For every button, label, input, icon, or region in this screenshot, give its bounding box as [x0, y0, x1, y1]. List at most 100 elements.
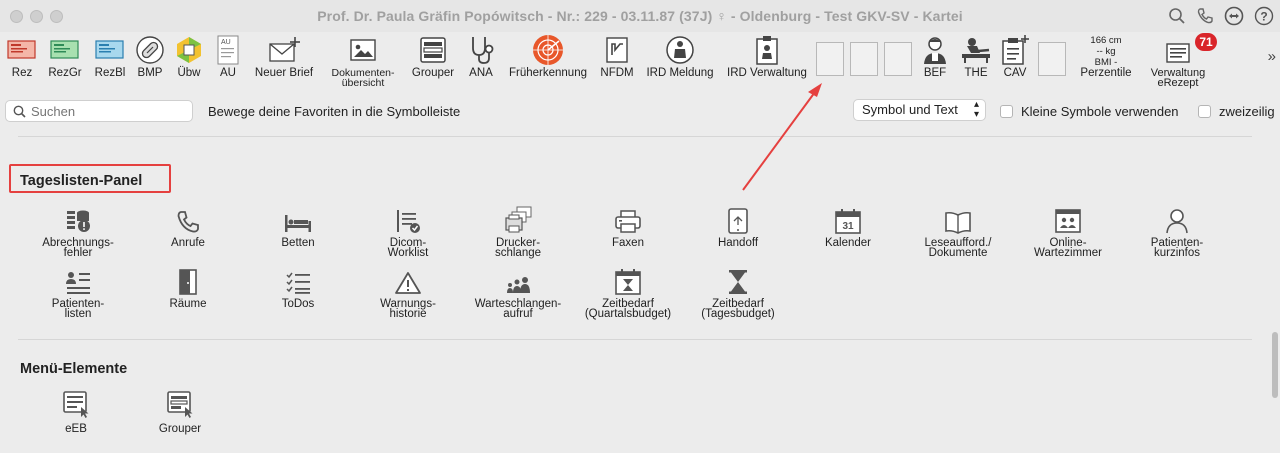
- palette-content: Tageslisten-Panel Abrechnungs- fehler An…: [0, 128, 1270, 453]
- bmi-height: 166 cm: [1090, 35, 1122, 46]
- palette-item-betten[interactable]: Betten: [243, 205, 353, 249]
- palette-item-raeume[interactable]: Räume: [133, 266, 243, 310]
- small-icons-checkbox-box[interactable]: [1000, 105, 1013, 118]
- chevron-updown-icon: ▴ ▾: [973, 99, 979, 120]
- grouper-icon: [167, 391, 193, 418]
- main-toolbar: Rez RezGr RezBl BMP Übw AU AU Neuer Brie…: [0, 32, 1280, 90]
- divider: [18, 339, 1252, 340]
- svg-text:?: ?: [1260, 10, 1267, 24]
- todo-list-icon: [286, 272, 310, 294]
- clipboard-person-icon: [756, 36, 778, 65]
- radar-icon: [533, 35, 563, 65]
- person-list-icon: [66, 272, 90, 294]
- bed-icon: [285, 215, 311, 232]
- toolbar-au-button[interactable]: AU AU: [212, 32, 244, 79]
- toolbar-bef-button[interactable]: BEF: [918, 32, 952, 79]
- display-mode-value: Symbol und Text: [862, 102, 958, 117]
- person-icon: [1166, 209, 1188, 234]
- queue-icon: [507, 277, 530, 293]
- svg-text:AU: AU: [221, 39, 231, 46]
- two-rows-label: zweizeilig: [1219, 104, 1275, 119]
- two-rows-checkbox[interactable]: zweizeilig: [1198, 104, 1275, 119]
- remote-connection-icon[interactable]: [1224, 6, 1244, 26]
- window-title: Prof. Dr. Paula Gräfin Popówitsch - Nr.:…: [317, 8, 963, 24]
- svg-text:31: 31: [842, 221, 854, 232]
- toolbar-ird-verwaltung-button[interactable]: IRD Verwaltung: [724, 32, 810, 79]
- toolbar-cav-button[interactable]: CAV: [998, 32, 1032, 79]
- toolbar-erezept-button[interactable]: 71 Verwaltung eRezept: [1140, 32, 1217, 89]
- palette-item-warnungshistorie[interactable]: Warnungs- historie: [353, 266, 463, 320]
- toolbar-ana-button[interactable]: ANA: [462, 32, 500, 79]
- toolbar-ird-meldung-button[interactable]: IRD Meldung: [644, 32, 716, 79]
- palette-item-warteschlangenaufruf[interactable]: Warteschlangen- aufruf: [463, 266, 573, 320]
- toolbar-rezbl-button[interactable]: RezBl: [92, 32, 128, 79]
- image-document-icon: [350, 39, 376, 61]
- add-clipboard-icon: [1002, 35, 1029, 65]
- palette-item-eeb[interactable]: eEB: [21, 388, 131, 435]
- display-mode-select[interactable]: Symbol und Text ▴ ▾: [853, 99, 986, 121]
- therapy-icon: [962, 38, 990, 63]
- palette-item-patientenlisten[interactable]: Patienten- listen: [23, 266, 133, 320]
- toolbar-rezgr-button[interactable]: RezGr: [46, 32, 84, 79]
- palette-item-online-wartezimmer[interactable]: Online- Wartezimmer: [1013, 205, 1123, 259]
- toolbar-nfdm-button[interactable]: NFDM: [598, 32, 636, 79]
- palette-item-abrechnungsfehler[interactable]: Abrechnungs- fehler: [23, 205, 133, 259]
- palette-item-zeitbedarf-quartal[interactable]: Zeitbedarf (Quartalsbudget): [573, 266, 683, 320]
- help-icon[interactable]: ?: [1254, 6, 1274, 26]
- palette-item-grouper[interactable]: Grouper: [125, 388, 235, 435]
- toolbar-bmp-button[interactable]: BMP: [133, 32, 167, 79]
- emergency-data-icon: [606, 37, 628, 63]
- hourglass-calendar-icon: [615, 269, 641, 295]
- toolbar-frueherkennung-button[interactable]: Früherkennung: [506, 32, 590, 79]
- palette-item-todos[interactable]: ToDos: [243, 266, 353, 310]
- two-rows-checkbox-box[interactable]: [1198, 105, 1211, 118]
- favorites-hint: Bewege deine Favoriten in die Symbolleis…: [208, 104, 461, 119]
- empty-toolbar-slot[interactable]: [816, 42, 844, 76]
- phone-icon[interactable]: [1196, 7, 1214, 25]
- palette-item-zeitbedarf-tag[interactable]: Zeitbedarf (Tagesbudget): [683, 266, 793, 320]
- window-titlebar: Prof. Dr. Paula Gräfin Popówitsch - Nr.:…: [0, 0, 1280, 32]
- coins-alert-icon: [67, 210, 90, 232]
- stethoscope-icon: [472, 37, 494, 64]
- search-input[interactable]: [31, 103, 181, 119]
- palette-item-anrufe[interactable]: Anrufe: [133, 205, 243, 249]
- bmi-perzentile-label: Perzentile: [1080, 67, 1132, 79]
- palette-item-dicom-worklist[interactable]: Dicom- Worklist: [353, 205, 463, 259]
- prescription-green-icon: [50, 40, 79, 59]
- toolbar-dokumente-button[interactable]: Dokumenten- übersicht: [322, 32, 404, 88]
- toolbar-grouper-button[interactable]: Grouper: [410, 32, 456, 79]
- search-field[interactable]: [5, 100, 193, 122]
- calendar-icon: 31: [835, 209, 861, 234]
- small-icons-checkbox[interactable]: Kleine Symbole verwenden: [1000, 104, 1179, 119]
- customize-toolbar-bar: Bewege deine Favoriten in die Symbolleis…: [0, 96, 1280, 126]
- empty-toolbar-slot[interactable]: [850, 42, 878, 76]
- erezept-badge: 71: [1195, 33, 1217, 51]
- empty-toolbar-slot[interactable]: [884, 42, 912, 76]
- bmi-weight: -- kg: [1096, 46, 1116, 57]
- palette-item-druckerschlange[interactable]: Drucker- schlange: [463, 205, 573, 259]
- toolbar-overflow-button[interactable]: »: [1268, 48, 1276, 65]
- toolbar-the-button[interactable]: THE: [956, 32, 996, 79]
- phone-icon: [177, 211, 199, 233]
- bmi-widget[interactable]: 166 cm -- kg BMI - Perzentile: [1078, 35, 1134, 79]
- palette-item-handoff[interactable]: Handoff: [683, 205, 793, 249]
- toolbar-neuer-brief-button[interactable]: Neuer Brief: [252, 32, 316, 79]
- section-title-menu-elemente: Menü-Elemente: [20, 361, 128, 377]
- empty-toolbar-slot[interactable]: [1038, 42, 1066, 76]
- door-icon: [179, 269, 197, 295]
- palette-item-leseaufforderungen[interactable]: Leseaufford./ Dokumente: [903, 205, 1013, 259]
- divider: [18, 136, 1252, 137]
- doctor-icon: [924, 37, 946, 64]
- palette-item-kalender[interactable]: 31 Kalender: [793, 205, 903, 249]
- toolbar-uebw-button[interactable]: Übw: [172, 32, 206, 79]
- palette-item-patientenkurzinfos[interactable]: Patienten- kurzinfos: [1122, 205, 1232, 259]
- pill-icon: [136, 36, 164, 64]
- toolbar-rez-button[interactable]: Rez: [4, 32, 40, 79]
- vertical-scrollbar[interactable]: [1272, 332, 1278, 398]
- new-letter-icon: [269, 37, 300, 62]
- book-icon: [945, 211, 971, 234]
- person-circle-icon: [666, 36, 694, 64]
- tablet-icon: [728, 208, 748, 234]
- search-icon[interactable]: [1168, 7, 1186, 25]
- palette-item-faxen[interactable]: Faxen: [573, 205, 683, 249]
